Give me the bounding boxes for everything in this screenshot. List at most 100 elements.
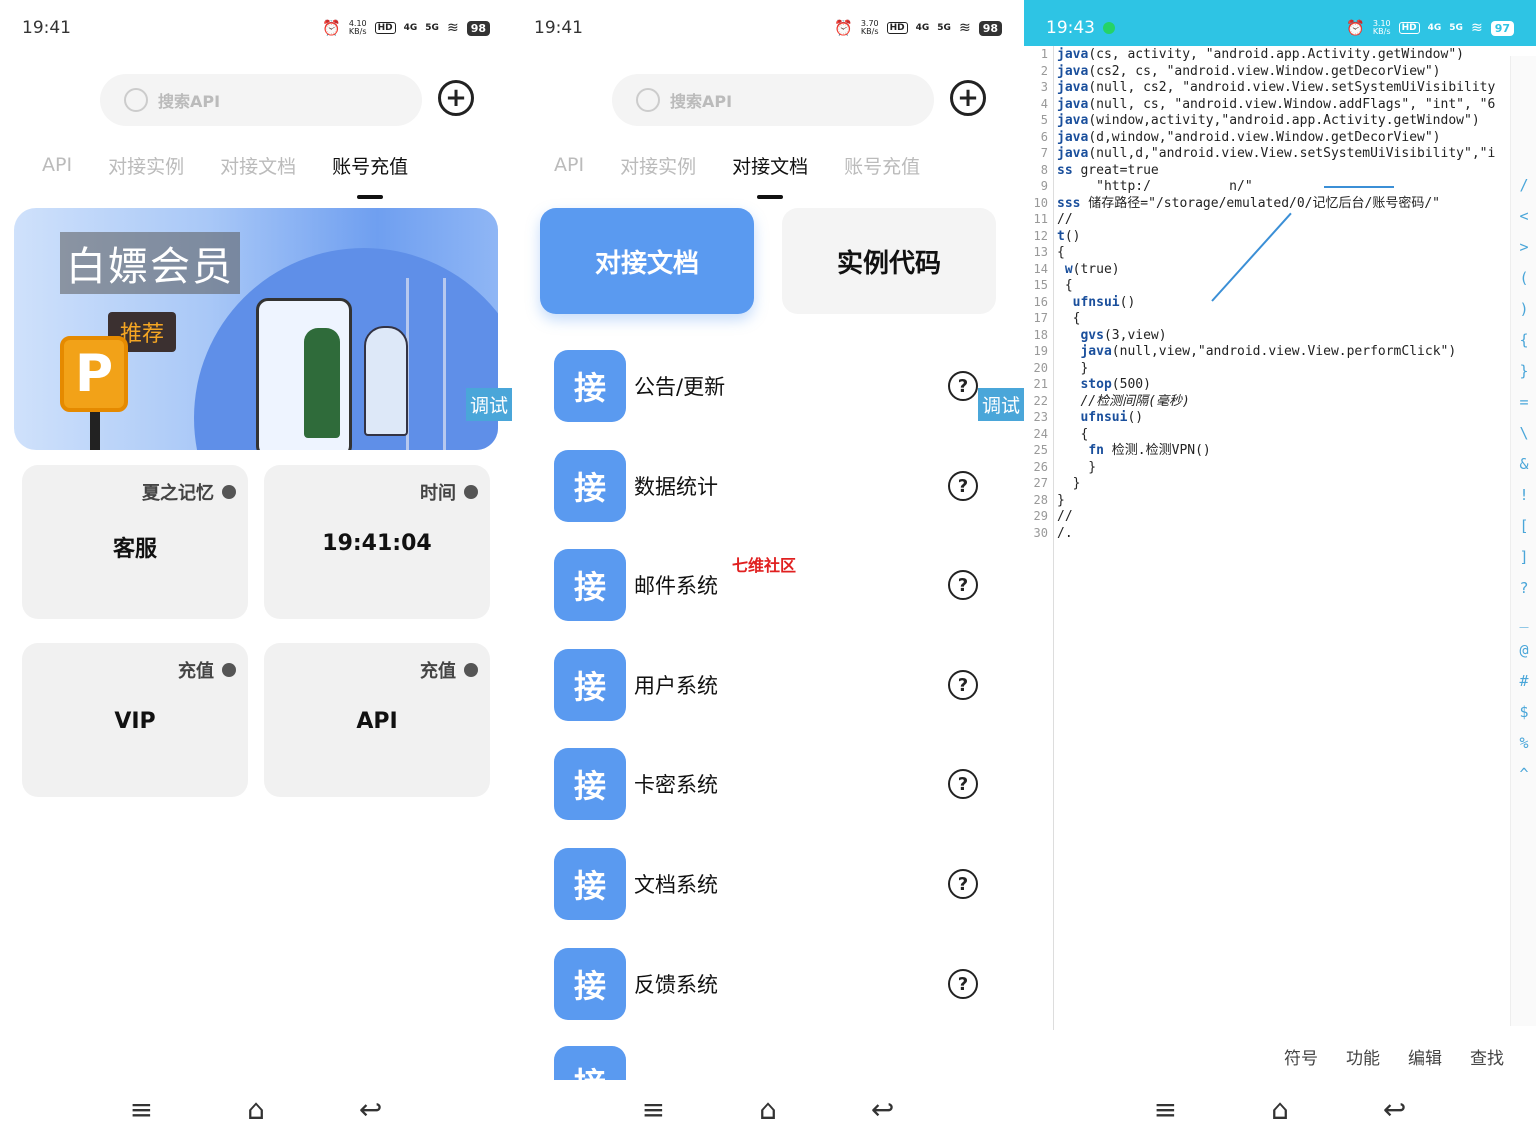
code-line[interactable]: 25 fn 检测.检测VPN(): [1024, 442, 1536, 459]
search-input[interactable]: 搜索API: [100, 74, 422, 126]
promo-banner[interactable]: 白嫖会员 推荐 P: [14, 208, 498, 450]
tab-recharge[interactable]: 账号充值: [844, 152, 920, 179]
tab-api[interactable]: API: [42, 154, 72, 176]
code-line[interactable]: 8 ss great=true: [1024, 162, 1536, 179]
debug-button[interactable]: 调试: [978, 388, 1024, 421]
help-icon[interactable]: ?: [948, 670, 978, 700]
toolbar-find[interactable]: 查找: [1470, 1044, 1504, 1069]
symbol-key[interactable]: $: [1511, 703, 1536, 721]
code-line[interactable]: 2 java(cs2, cs, "android.view.Window.getD…: [1024, 63, 1536, 80]
symbol-key[interactable]: !: [1511, 486, 1536, 504]
symbol-key[interactable]: ^: [1511, 765, 1536, 783]
list-item[interactable]: 接 反馈系统 ?: [554, 948, 994, 1020]
list-item-partial[interactable]: 接: [554, 1046, 994, 1080]
code-line[interactable]: 18 gvs(3,view): [1024, 327, 1536, 344]
symbol-key[interactable]: _: [1511, 610, 1536, 628]
code-line[interactable]: 29 //: [1024, 508, 1536, 525]
status-dot-icon: [464, 663, 478, 677]
code-line[interactable]: 30 /.: [1024, 525, 1536, 542]
home-icon[interactable]: ⌂: [1250, 1093, 1310, 1126]
symbol-key[interactable]: &: [1511, 455, 1536, 473]
symbol-key[interactable]: #: [1511, 672, 1536, 690]
card-service[interactable]: 夏之记忆 客服: [22, 465, 248, 619]
code-line[interactable]: 14 w(true): [1024, 261, 1536, 278]
code-line[interactable]: 5 java(window,activity,"android.app.Activ…: [1024, 112, 1536, 129]
symbol-key[interactable]: /: [1511, 176, 1536, 194]
code-line[interactable]: 9 "http:/ n/": [1024, 178, 1536, 195]
toolbar-functions[interactable]: 功能: [1346, 1044, 1380, 1069]
code-line[interactable]: 27 }: [1024, 475, 1536, 492]
menu-icon[interactable]: ≡: [623, 1093, 683, 1126]
code-line[interactable]: 23 ufnsui(): [1024, 409, 1536, 426]
search-input[interactable]: 搜索API: [612, 74, 934, 126]
example-code-button[interactable]: 实例代码: [782, 208, 996, 314]
code-line[interactable]: 17 {: [1024, 310, 1536, 327]
list-item[interactable]: 接 卡密系统 ?: [554, 748, 994, 820]
symbol-key[interactable]: }: [1511, 362, 1536, 380]
symbol-key[interactable]: @: [1511, 641, 1536, 659]
code-line[interactable]: 16 ufnsui(): [1024, 294, 1536, 311]
toolbar-edit[interactable]: 编辑: [1408, 1044, 1442, 1069]
menu-icon[interactable]: ≡: [1135, 1093, 1195, 1126]
tab-examples[interactable]: 对接实例: [620, 152, 696, 179]
list-item[interactable]: 接 数据统计 ?: [554, 450, 994, 522]
home-icon[interactable]: ⌂: [226, 1093, 286, 1126]
list-item[interactable]: 接 用户系统 ?: [554, 649, 994, 721]
symbol-key[interactable]: (: [1511, 269, 1536, 287]
symbol-key[interactable]: >: [1511, 238, 1536, 256]
tab-api[interactable]: API: [554, 154, 584, 176]
tab-docs[interactable]: 对接文档: [732, 152, 808, 179]
code-line[interactable]: 28}: [1024, 492, 1536, 509]
toolbar-symbols[interactable]: 符号: [1284, 1044, 1318, 1069]
docs-button[interactable]: 对接文档: [540, 208, 754, 314]
symbol-key[interactable]: [: [1511, 517, 1536, 535]
symbol-key[interactable]: ): [1511, 300, 1536, 318]
code-line[interactable]: 12 t(): [1024, 228, 1536, 245]
code-line[interactable]: 21 stop(500): [1024, 376, 1536, 393]
add-button[interactable]: +: [438, 80, 474, 116]
menu-icon[interactable]: ≡: [111, 1093, 171, 1126]
code-line[interactable]: 15 {: [1024, 277, 1536, 294]
list-item[interactable]: 接 文档系统 ?: [554, 848, 994, 920]
help-icon[interactable]: ?: [948, 769, 978, 799]
debug-button[interactable]: 调试: [466, 388, 512, 421]
help-icon[interactable]: ?: [948, 471, 978, 501]
code-line[interactable]: 24 {: [1024, 426, 1536, 443]
help-icon[interactable]: ?: [948, 869, 978, 899]
code-line[interactable]: 20 }: [1024, 360, 1536, 377]
back-icon[interactable]: ↩: [853, 1093, 913, 1126]
card-time[interactable]: 时间 19:41:04: [264, 465, 490, 619]
symbol-key[interactable]: \: [1511, 424, 1536, 442]
code-line[interactable]: 22 //检测间隔(毫秒): [1024, 393, 1536, 410]
add-button[interactable]: +: [950, 80, 986, 116]
home-icon[interactable]: ⌂: [738, 1093, 798, 1126]
code-editor[interactable]: 1 java(cs, activity, "android.app.Activit…: [1024, 46, 1536, 1030]
help-icon[interactable]: ?: [948, 570, 978, 600]
card-vip-recharge[interactable]: 充值 VIP: [22, 643, 248, 797]
code-line[interactable]: 3 java(null, cs2, "android.view.View.setS…: [1024, 79, 1536, 96]
code-line[interactable]: 1 java(cs, activity, "android.app.Activit…: [1024, 46, 1536, 63]
code-line[interactable]: 6 java(d,window,"android.view.Window.getD…: [1024, 129, 1536, 146]
symbol-key[interactable]: <: [1511, 207, 1536, 225]
tab-recharge[interactable]: 账号充值: [332, 152, 408, 179]
line-number: 22: [1033, 393, 1048, 408]
code-line[interactable]: 19 java(null,view,"android.view.View.per…: [1024, 343, 1536, 360]
symbol-key[interactable]: ]: [1511, 548, 1536, 566]
card-api-recharge[interactable]: 充值 API: [264, 643, 490, 797]
code-line[interactable]: 4 java(null, cs, "android.view.Window.add…: [1024, 96, 1536, 113]
list-item[interactable]: 接 公告/更新 ?: [554, 350, 994, 422]
tab-examples[interactable]: 对接实例: [108, 152, 184, 179]
symbol-key[interactable]: ?: [1511, 579, 1536, 597]
back-icon[interactable]: ↩: [341, 1093, 401, 1126]
code-line[interactable]: 13 {: [1024, 244, 1536, 261]
tab-docs[interactable]: 对接文档: [220, 152, 296, 179]
symbol-key[interactable]: %: [1511, 734, 1536, 752]
code-line[interactable]: 7 java(null,d,"android.view.View.setSyste…: [1024, 145, 1536, 162]
code-line[interactable]: 26 }: [1024, 459, 1536, 476]
symbol-key[interactable]: {: [1511, 331, 1536, 349]
help-icon[interactable]: ?: [948, 969, 978, 999]
back-icon[interactable]: ↩: [1365, 1093, 1425, 1126]
code-line[interactable]: 10 sss 储存路径="/storage/emulated/0/记忆后台/账号密…: [1024, 195, 1536, 212]
symbol-key[interactable]: =: [1511, 393, 1536, 411]
help-icon[interactable]: ?: [948, 371, 978, 401]
